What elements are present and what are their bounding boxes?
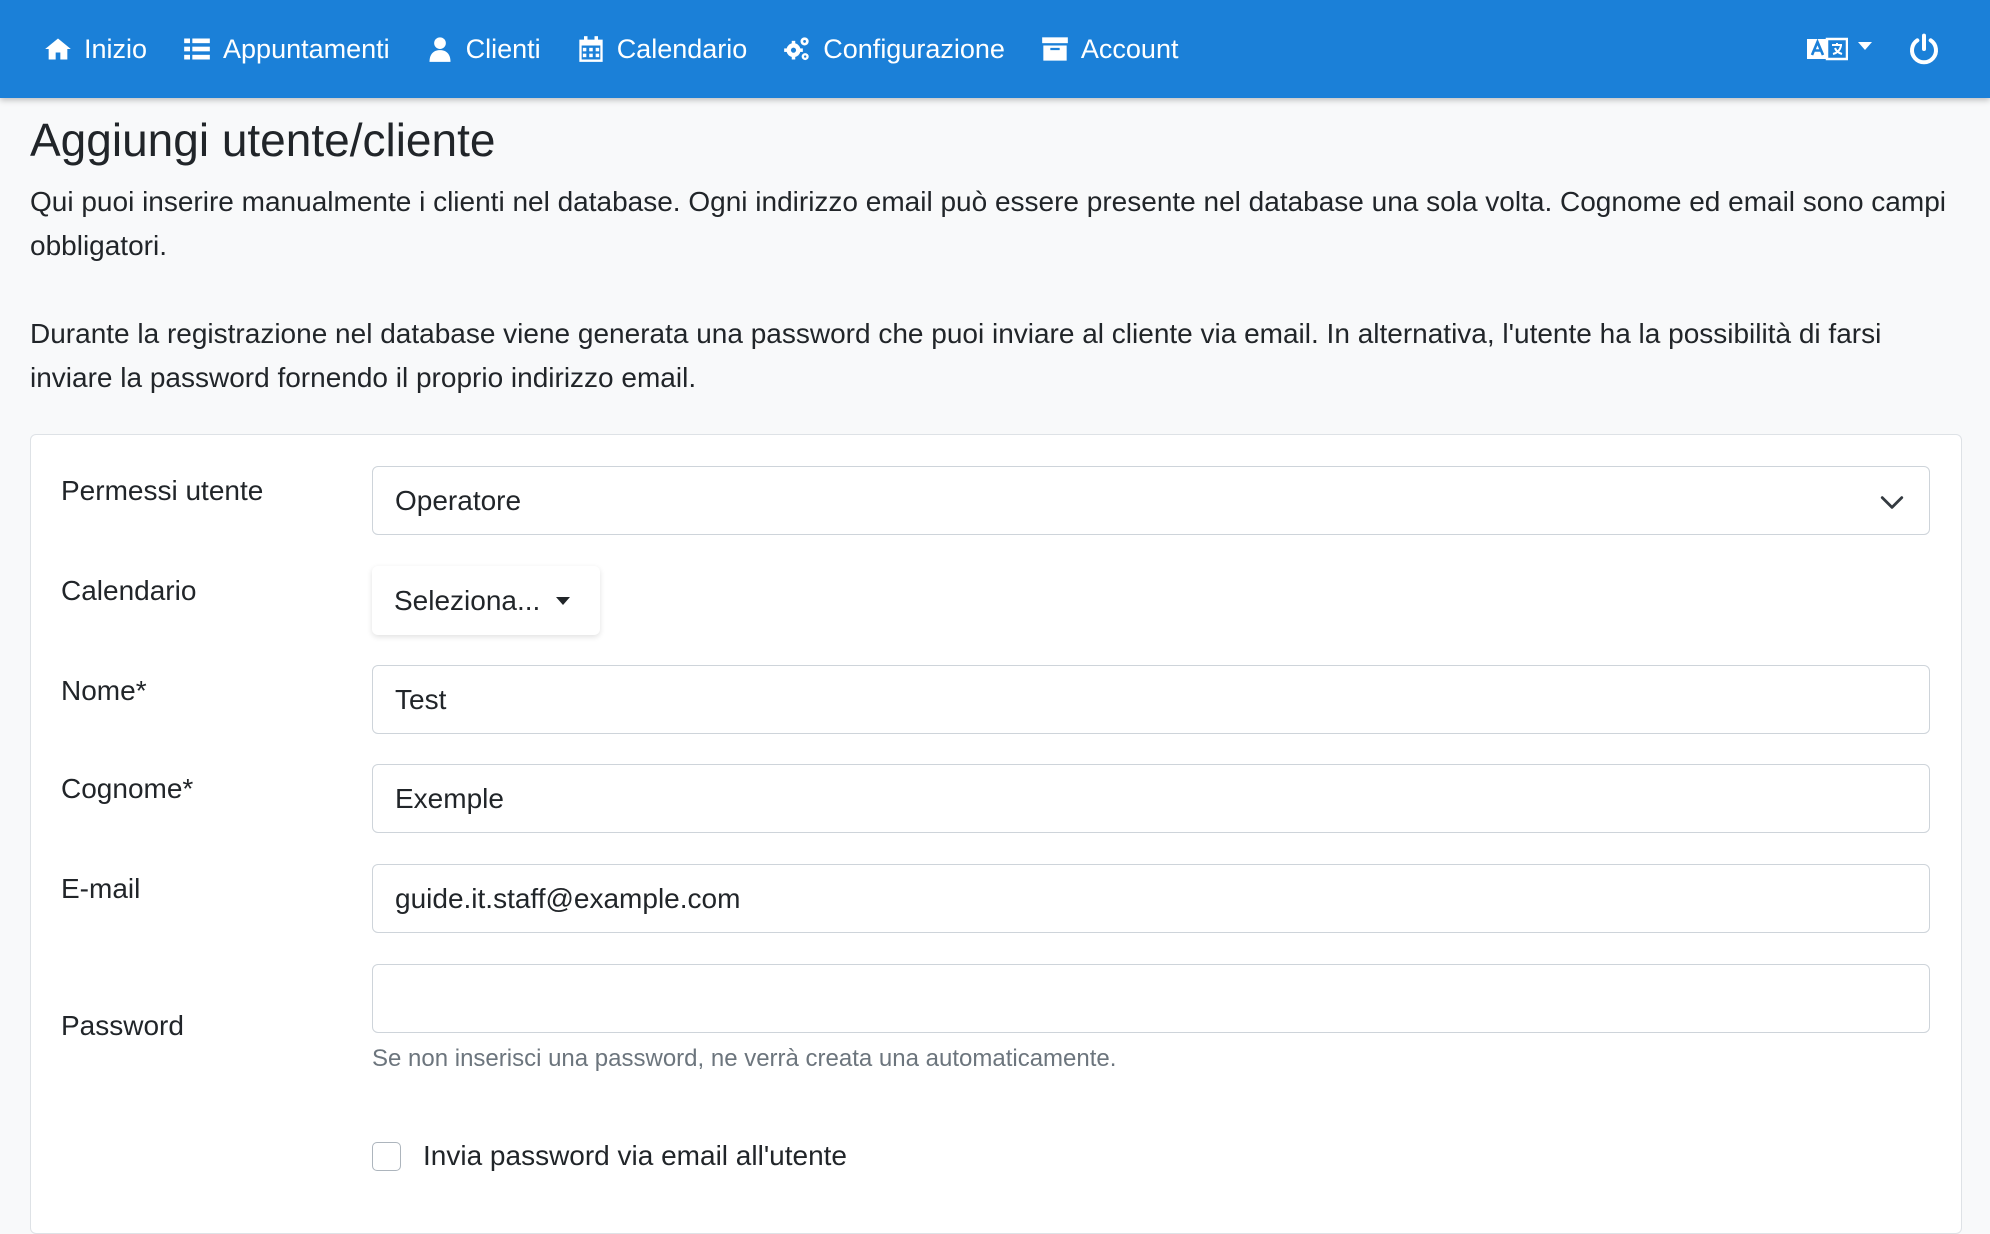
email-label: E-mail xyxy=(61,873,141,904)
calendar-select-value: Seleziona... xyxy=(394,584,541,616)
password-label: Password xyxy=(61,1010,184,1041)
language-dropdown[interactable] xyxy=(1806,34,1872,64)
chevron-down-icon xyxy=(1858,42,1872,50)
last-name-label: Cognome* xyxy=(61,773,194,804)
calendar-icon xyxy=(579,36,603,62)
permissions-select[interactable]: Operatore xyxy=(372,466,1930,535)
nav-item-appuntamenti[interactable]: Appuntamenti xyxy=(183,34,390,65)
nav-menu: Inizio Appuntamenti Clienti Calendario C… xyxy=(44,34,1214,65)
nav-item-label: Appuntamenti xyxy=(223,33,390,64)
send-password-row: Invia password via email all'utente xyxy=(372,1140,847,1172)
nav-item-label: Clienti xyxy=(465,33,541,64)
calendar-label: Calendario xyxy=(61,575,197,606)
nav-item-label: Configurazione xyxy=(823,33,1005,64)
nav-item-label: Account xyxy=(1080,33,1179,64)
nav-item-inizio[interactable]: Inizio xyxy=(44,34,147,65)
language-icon xyxy=(1807,37,1848,61)
nav-right xyxy=(1806,0,1990,98)
chevron-down-icon xyxy=(1880,496,1904,509)
password-input[interactable] xyxy=(372,964,1930,1033)
calendar-select-button[interactable]: Seleziona... xyxy=(372,566,600,635)
nav-item-account[interactable]: Account xyxy=(1041,33,1179,65)
first-name-value: Test xyxy=(395,683,447,715)
caret-down-icon xyxy=(556,596,571,605)
nav-item-label: Inizio xyxy=(84,33,148,64)
nav-item-label: Calendario xyxy=(616,33,748,64)
home-icon xyxy=(45,38,71,60)
nav-item-clienti[interactable]: Clienti xyxy=(426,34,541,65)
main-content: Aggiungi utente/cliente Qui puoi inserir… xyxy=(30,98,1960,400)
intro-paragraph: Qui puoi inserire manualmente i clienti … xyxy=(30,186,1946,261)
top-navbar: Inizio Appuntamenti Clienti Calendario C… xyxy=(0,0,1990,98)
page-title: Aggiungi utente/cliente xyxy=(30,114,496,166)
permissions-value: Operatore xyxy=(395,484,522,516)
last-name-value: Exemple xyxy=(395,782,504,814)
send-password-checkbox[interactable] xyxy=(372,1141,401,1171)
first-name-label: Nome* xyxy=(61,675,147,706)
user-icon xyxy=(429,37,451,62)
email-value: guide.it.staff@example.com xyxy=(395,882,741,914)
intro-paragraph: Durante la registrazione nel database vi… xyxy=(30,318,1882,393)
archive-icon xyxy=(1042,37,1068,61)
gears-icon xyxy=(784,37,809,61)
send-password-label[interactable]: Invia password via email all'utente xyxy=(423,1140,847,1172)
list-icon xyxy=(184,38,210,60)
nav-item-calendario[interactable]: Calendario xyxy=(577,33,748,65)
last-name-input[interactable]: Exemple xyxy=(372,764,1930,833)
nav-item-configurazione[interactable]: Configurazione xyxy=(783,34,1005,65)
permissions-label: Permessi utente xyxy=(61,475,264,506)
email-input[interactable]: guide.it.staff@example.com xyxy=(372,864,1930,933)
user-form-card: Permessi utente Operatore Calendario Sel… xyxy=(30,434,1962,1234)
password-help-text: Se non inserisci una password, ne verrà … xyxy=(372,1045,1117,1072)
first-name-input[interactable]: Test xyxy=(372,665,1930,734)
power-icon[interactable] xyxy=(1908,33,1940,65)
